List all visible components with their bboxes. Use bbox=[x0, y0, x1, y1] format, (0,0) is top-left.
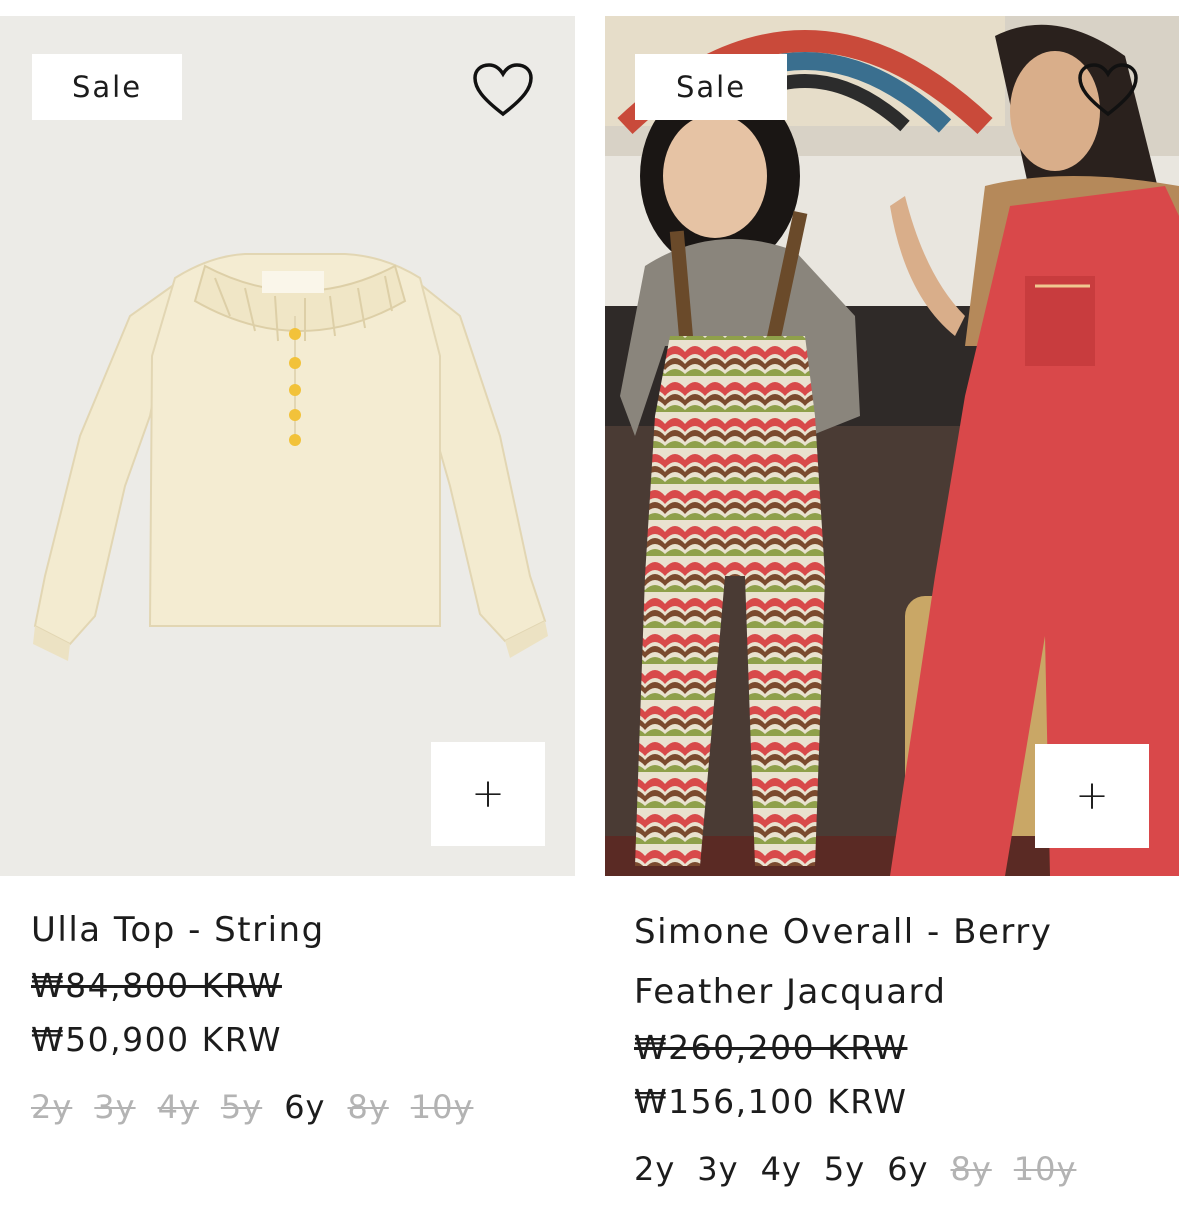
size-option[interactable]: 8y bbox=[950, 1150, 991, 1188]
size-option[interactable]: 3y bbox=[94, 1088, 135, 1126]
size-option[interactable]: 4y bbox=[158, 1088, 199, 1126]
size-option[interactable]: 10y bbox=[1014, 1150, 1077, 1188]
size-option[interactable]: 2y bbox=[31, 1088, 72, 1126]
size-option[interactable]: 8y bbox=[347, 1088, 388, 1126]
size-option[interactable]: 3y bbox=[697, 1150, 738, 1188]
product-title[interactable]: Simone Overall - Berry Feather Jacquard bbox=[634, 902, 1179, 1022]
size-option[interactable]: 6y bbox=[284, 1088, 325, 1126]
size-option[interactable]: 6y bbox=[887, 1150, 928, 1188]
quick-add-button[interactable]: + bbox=[1035, 744, 1149, 848]
original-price: ₩260,200 KRW bbox=[634, 1028, 908, 1067]
product-title[interactable]: Ulla Top - String bbox=[31, 900, 575, 960]
size-option[interactable]: 2y bbox=[634, 1150, 675, 1188]
wishlist-heart-icon[interactable] bbox=[1077, 62, 1139, 118]
product-card-simone-overall[interactable]: Sale + Simone Overall - Berry Feather Ja… bbox=[605, 16, 1179, 1188]
sale-badge: Sale bbox=[32, 54, 182, 120]
product-image[interactable]: Sale + bbox=[605, 16, 1179, 876]
size-option[interactable]: 5y bbox=[824, 1150, 865, 1188]
wishlist-heart-icon[interactable] bbox=[472, 62, 534, 118]
original-price: ₩84,800 KRW bbox=[31, 966, 282, 1005]
size-options: 2y 3y 4y 5y 6y 8y 10y bbox=[31, 1088, 575, 1126]
sale-price: ₩156,100 KRW bbox=[634, 1082, 908, 1121]
size-option[interactable]: 5y bbox=[221, 1088, 262, 1126]
size-options: 2y 3y 4y 5y 6y 8y 10y bbox=[634, 1150, 1179, 1188]
product-image[interactable]: Sale + bbox=[0, 16, 575, 876]
sale-price: ₩50,900 KRW bbox=[31, 1020, 282, 1059]
size-option[interactable]: 10y bbox=[411, 1088, 474, 1126]
sale-badge: Sale bbox=[635, 54, 787, 120]
plus-icon: + bbox=[1075, 773, 1109, 819]
product-card-ulla-top[interactable]: Sale + Ulla Top - String ₩84,800 KRW ₩50… bbox=[0, 16, 575, 1126]
quick-add-button[interactable]: + bbox=[431, 742, 545, 846]
size-option[interactable]: 4y bbox=[761, 1150, 802, 1188]
plus-icon: + bbox=[471, 771, 505, 817]
